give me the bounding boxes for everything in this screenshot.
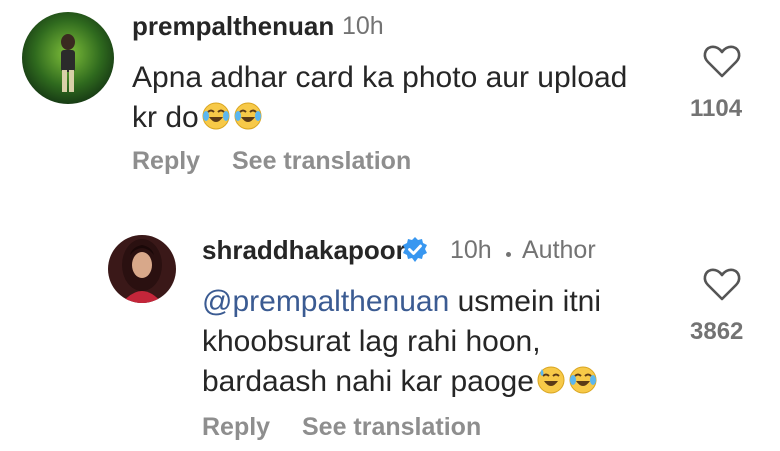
comment-timestamp: 10h bbox=[342, 12, 384, 40]
like-count: 1104 bbox=[690, 95, 743, 122]
comment-username[interactable]: prempalthenuan bbox=[132, 11, 334, 42]
avatar-image bbox=[108, 235, 176, 303]
avatar-prempalthenuan[interactable] bbox=[22, 12, 114, 104]
comment-text-line: @prempalthenuan usmein itni bbox=[202, 282, 642, 322]
comment-timestamp: 10h bbox=[450, 236, 492, 264]
verified-badge-icon bbox=[403, 237, 427, 262]
comment-text-line: kr do bbox=[132, 98, 672, 138]
comment-text-fragment: kr do bbox=[132, 101, 199, 134]
avatar-image bbox=[22, 12, 114, 104]
joy-emoji-icon bbox=[234, 102, 262, 130]
like-count: 3862 bbox=[690, 318, 744, 345]
sweat-smile-emoji-icon bbox=[537, 366, 565, 394]
joy-emoji-icon bbox=[569, 366, 597, 394]
comment-text-fragment: bardaash nahi kar paoge bbox=[202, 365, 534, 398]
see-translation-button[interactable]: See translation bbox=[302, 413, 481, 442]
avatar-shraddhakapoor[interactable] bbox=[108, 235, 176, 303]
separator-dot bbox=[506, 252, 511, 257]
heart-icon[interactable] bbox=[702, 43, 742, 79]
comment-text: @prempalthenuan usmein itni khoobsurat l… bbox=[202, 282, 642, 402]
comment-text-line: bardaash nahi kar paoge bbox=[202, 362, 642, 402]
heart-icon[interactable] bbox=[702, 266, 742, 302]
joy-emoji-icon bbox=[202, 102, 230, 130]
comment-text-line: Apna adhar card ka photo aur upload bbox=[132, 61, 628, 94]
comment-text-line: khoobsurat lag rahi hoon, bbox=[202, 325, 541, 358]
author-label: Author bbox=[522, 236, 596, 264]
comment-text: Apna adhar card ka photo aur upload kr d… bbox=[132, 58, 672, 138]
see-translation-button[interactable]: See translation bbox=[232, 147, 411, 176]
mention-link[interactable]: @prempalthenuan bbox=[202, 285, 449, 318]
reply-button[interactable]: Reply bbox=[202, 413, 270, 442]
comment-text-fragment: usmein itni bbox=[449, 285, 602, 318]
comment-username[interactable]: shraddhakapoor bbox=[202, 235, 406, 266]
reply-button[interactable]: Reply bbox=[132, 147, 200, 176]
